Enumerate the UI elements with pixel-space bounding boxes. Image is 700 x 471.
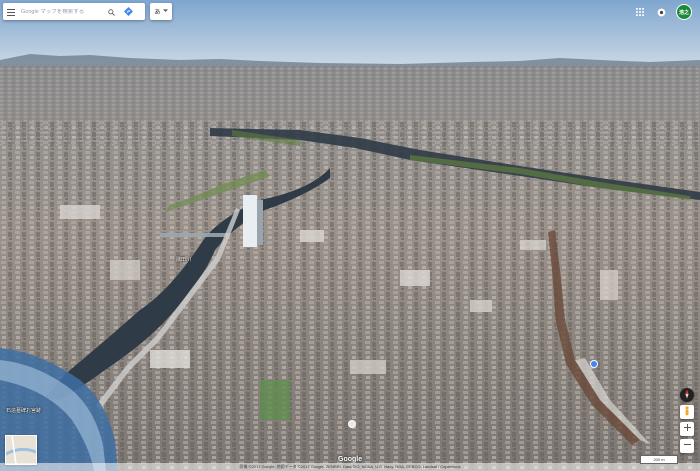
place-marker-icon[interactable] (348, 420, 356, 428)
zoom-in-button[interactable] (680, 422, 694, 436)
scale-label: 200 m (653, 457, 665, 462)
map-label-landmark[interactable]: 石造墓碑お宮跡 (6, 407, 41, 414)
pegman-button[interactable] (680, 405, 694, 419)
scale-bar[interactable]: 200 m (640, 455, 678, 464)
pegman-icon (684, 405, 690, 419)
layer-chip-label: あ (154, 10, 161, 16)
directions-icon (123, 3, 133, 21)
account-toolbar: 浩之 (634, 4, 692, 20)
compass-icon (682, 389, 692, 402)
google-logo: Google (338, 456, 363, 463)
menu-button[interactable] (3, 3, 19, 20)
attribution-text: 画像 ©2017 Google, 地図データ ©2017 Google, ZEN… (239, 464, 461, 469)
layer-chip[interactable]: あ (150, 3, 172, 20)
zoom-out-button[interactable] (680, 439, 694, 453)
directions-button[interactable] (119, 3, 137, 20)
search-input[interactable] (19, 8, 103, 15)
map-label-river[interactable]: 隅田川 (176, 256, 191, 263)
search-button[interactable] (103, 3, 119, 20)
satellite-3d-view[interactable] (0, 0, 700, 471)
map-mode-thumbnail[interactable] (5, 435, 37, 465)
plus-icon (683, 424, 691, 434)
minus-icon (683, 441, 691, 451)
hamburger-icon (7, 3, 15, 21)
map-controls (680, 388, 694, 456)
search-box (3, 3, 145, 20)
avatar[interactable]: 浩之 (676, 4, 692, 20)
map-footer: 画像 ©2017 Google, 地図データ ©2017 Google, ZEN… (0, 463, 700, 471)
apps-grid-icon[interactable] (634, 6, 646, 18)
compass-button[interactable] (680, 388, 694, 402)
notifications-icon[interactable] (655, 6, 667, 18)
location-pin-icon[interactable] (590, 360, 598, 368)
chevron-down-icon (162, 8, 168, 15)
search-icon (107, 3, 115, 21)
